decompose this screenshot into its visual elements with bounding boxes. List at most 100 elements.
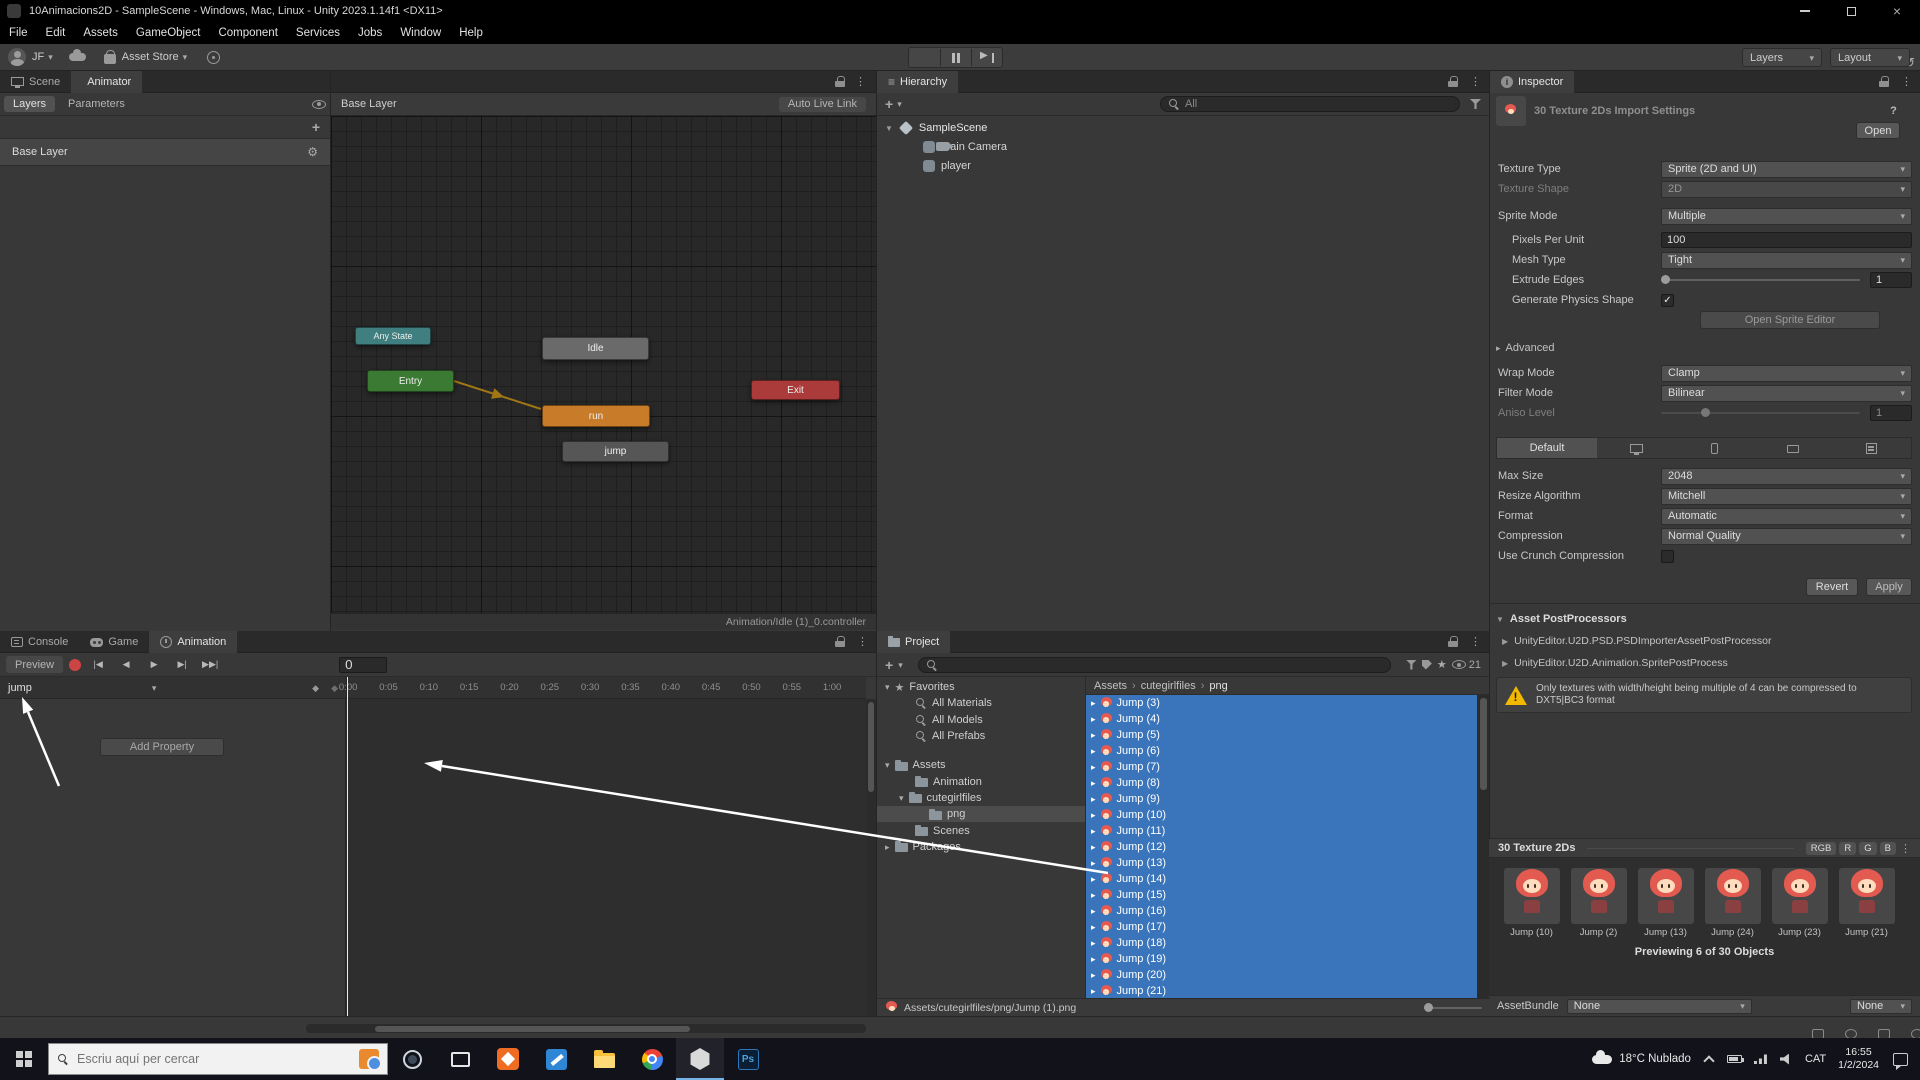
resize-algorithm-dropdown[interactable]: Mitchell <box>1661 488 1912 505</box>
platform-tab-mobile[interactable] <box>1676 443 1755 454</box>
foldout-open-icon[interactable] <box>885 122 893 134</box>
advanced-foldout[interactable]: Advanced <box>1496 339 1912 357</box>
extrude-edges-slider[interactable] <box>1661 279 1860 281</box>
status-console-icon[interactable] <box>1812 1029 1824 1039</box>
generate-physics-shape-checkbox[interactable]: ✓ <box>1661 294 1674 307</box>
file-row[interactable]: Jump (20) <box>1086 967 1477 983</box>
asset-store-label[interactable]: Asset Store <box>122 51 179 63</box>
search-by-type-icon[interactable] <box>1406 660 1417 670</box>
preview-thumb[interactable]: Jump (2) <box>1565 864 1632 938</box>
channel-button[interactable]: RGB <box>1806 842 1837 855</box>
file-row[interactable]: Jump (18) <box>1086 935 1477 951</box>
state-node-entry[interactable]: Entry <box>367 370 454 392</box>
account-label[interactable]: JF <box>32 51 44 63</box>
compression-dropdown[interactable]: Normal Quality <box>1661 528 1912 545</box>
breadcrumb-png[interactable]: png <box>1209 680 1227 692</box>
open-sprite-editor-button[interactable]: Open Sprite Editor <box>1700 311 1880 329</box>
taskbar-weather[interactable]: 18°C Nublado <box>1592 1053 1691 1065</box>
scrollbar-thumb[interactable] <box>1480 698 1487 790</box>
menu-item[interactable]: File <box>0 27 37 39</box>
taskbar-app-photoshop[interactable] <box>724 1038 772 1080</box>
hierarchy-row-scene[interactable]: SampleScene <box>885 118 1489 137</box>
play-animation-button[interactable]: ▶ <box>143 656 165 673</box>
channel-button[interactable]: B <box>1880 842 1896 855</box>
file-row[interactable]: Jump (7) <box>1086 759 1477 775</box>
status-bell-icon[interactable] <box>1911 1029 1920 1039</box>
expand-icon[interactable] <box>1091 809 1096 821</box>
clip-selector[interactable]: jump <box>0 677 346 699</box>
expand-icon[interactable] <box>1091 761 1096 773</box>
create-object-caret-icon[interactable] <box>897 98 902 110</box>
channel-button[interactable]: G <box>1859 842 1876 855</box>
expand-icon[interactable] <box>1091 953 1096 965</box>
wrap-mode-dropdown[interactable]: Clamp <box>1661 365 1912 382</box>
search-by-label-icon[interactable] <box>1422 660 1432 670</box>
preview-toggle-button[interactable]: Preview <box>6 656 63 673</box>
channel-button[interactable]: R <box>1839 842 1856 855</box>
file-list-scrollbar[interactable] <box>1477 695 1489 998</box>
file-row[interactable]: Jump (10) <box>1086 807 1477 823</box>
mesh-type-dropdown[interactable]: Tight <box>1661 252 1912 269</box>
preview-menu-icon[interactable] <box>1900 842 1911 855</box>
close-button[interactable] <box>1874 0 1920 22</box>
taskbar-app-unity[interactable] <box>676 1038 724 1080</box>
task-view-button[interactable] <box>436 1038 484 1080</box>
aniso-level-input[interactable]: 1 <box>1870 405 1912 421</box>
expand-icon[interactable] <box>1091 937 1096 949</box>
account-icon[interactable] <box>8 48 26 66</box>
panel-menu-icon[interactable] <box>1470 635 1481 648</box>
expand-icon[interactable] <box>1091 857 1096 869</box>
layer-row-base-layer[interactable]: Base Layer <box>0 139 330 166</box>
favorite-item[interactable]: All Models <box>877 712 1085 728</box>
tree-item-assets[interactable]: Assets <box>877 757 1085 773</box>
taskbar-app-vscode[interactable] <box>532 1038 580 1080</box>
expand-icon[interactable] <box>1091 745 1096 757</box>
filter-icon[interactable] <box>1470 99 1481 109</box>
animator-parameters-tab[interactable]: Parameters <box>59 96 134 112</box>
clock[interactable]: 16:55 1/2/2024 <box>1838 1046 1879 1072</box>
preview-thumb[interactable]: Jump (21) <box>1833 864 1900 938</box>
file-row[interactable]: Jump (15) <box>1086 887 1477 903</box>
scrollbar-thumb[interactable] <box>375 1026 690 1032</box>
horizontal-scrollbar[interactable] <box>306 1024 866 1033</box>
favorites-foldout[interactable]: Favorites <box>877 679 1085 695</box>
tree-item-png[interactable]: png <box>877 806 1085 822</box>
lock-icon[interactable] <box>1879 76 1889 87</box>
lock-icon[interactable] <box>835 76 845 87</box>
cloud-icon[interactable] <box>69 53 86 61</box>
cortana-button[interactable] <box>388 1038 436 1080</box>
file-row[interactable]: Jump (4) <box>1086 711 1477 727</box>
expand-icon[interactable] <box>1091 985 1096 997</box>
file-row[interactable]: Jump (8) <box>1086 775 1477 791</box>
menu-item[interactable]: GameObject <box>127 27 210 39</box>
prev-key-button[interactable]: ◀ <box>115 656 137 673</box>
expand-icon[interactable] <box>1091 889 1096 901</box>
platform-tab-default[interactable]: Default <box>1497 438 1597 458</box>
lock-icon[interactable] <box>1448 76 1458 87</box>
breadcrumb-cutegirlfiles[interactable]: cutegirlfiles <box>1141 680 1196 692</box>
tab-hierarchy[interactable]: Hierarchy <box>877 71 958 93</box>
create-object-button[interactable] <box>885 96 893 112</box>
thumbnail-zoom-slider[interactable] <box>1424 1007 1482 1009</box>
taskbar-search-input[interactable] <box>77 1052 351 1066</box>
file-row[interactable]: Jump (21) <box>1086 983 1477 998</box>
breadcrumb-assets[interactable]: Assets <box>1094 680 1127 692</box>
tray-chevron-icon[interactable] <box>1703 1055 1714 1066</box>
hierarchy-row[interactable]: player <box>923 156 1489 175</box>
play-button[interactable] <box>909 49 940 66</box>
account-caret-icon[interactable] <box>48 51 53 63</box>
state-node-idle[interactable]: Idle <box>542 337 649 360</box>
menu-item[interactable]: Jobs <box>349 27 391 39</box>
texture-type-dropdown[interactable]: Sprite (2D and UI) <box>1661 161 1912 178</box>
postprocessor-row[interactable]: UnityEditor.U2D.PSD.PSDImporterAssetPost… <box>1502 630 1912 652</box>
preview-thumb[interactable]: Jump (10) <box>1498 864 1565 938</box>
file-row[interactable]: Jump (17) <box>1086 919 1477 935</box>
tab-game[interactable]: Game <box>79 631 149 653</box>
state-node-run[interactable]: run <box>542 405 650 427</box>
tab-inspector[interactable]: Inspector <box>1490 71 1574 93</box>
postprocessor-row[interactable]: UnityEditor.U2D.Animation.SpritePostProc… <box>1502 652 1912 674</box>
scrollbar-thumb[interactable] <box>868 702 874 792</box>
tree-item-packages[interactable]: Packages <box>877 839 1085 855</box>
timeline-ruler[interactable]: 0:000:050:100:150:200:250:300:350:400:45… <box>346 677 866 699</box>
menu-item[interactable]: Component <box>209 27 286 39</box>
